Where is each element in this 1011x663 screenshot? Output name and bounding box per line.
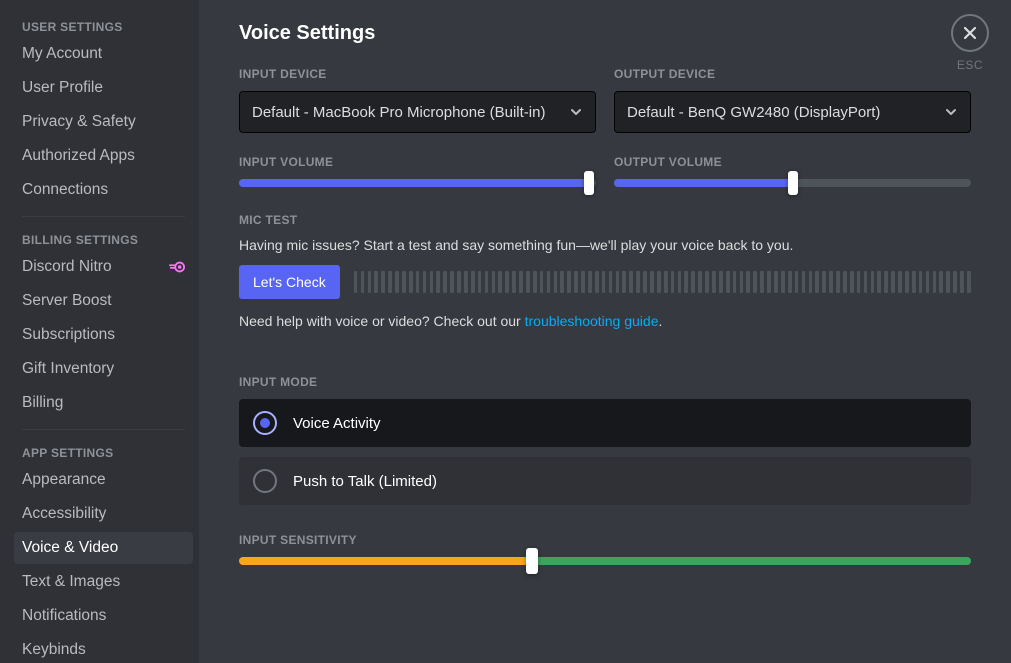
sidebar-item-label: Subscriptions xyxy=(22,326,115,344)
sidebar-item-label: Privacy & Safety xyxy=(22,113,136,131)
slider-thumb[interactable] xyxy=(584,171,594,195)
settings-content: ESC Voice Settings INPUT DEVICE Default … xyxy=(199,0,1011,663)
sidebar-item-subscriptions[interactable]: Subscriptions xyxy=(14,319,193,351)
input-mode-group: Voice Activity Push to Talk (Limited) xyxy=(239,399,971,505)
sidebar-section-header: USER SETTINGS xyxy=(14,14,193,38)
close-button[interactable] xyxy=(951,14,989,52)
input-mode-label: INPUT MODE xyxy=(239,375,971,389)
sidebar-item-keybinds[interactable]: Keybinds xyxy=(14,634,193,663)
sidebar-section-header: APP SETTINGS xyxy=(14,440,193,464)
input-volume-slider[interactable] xyxy=(239,179,596,187)
sidebar-item-label: Accessibility xyxy=(22,505,106,523)
sidebar-item-my-account[interactable]: My Account xyxy=(14,38,193,70)
radio-label: Voice Activity xyxy=(293,415,381,432)
input-mode-option[interactable]: Voice Activity xyxy=(239,399,971,447)
mic-test-description: Having mic issues? Start a test and say … xyxy=(239,237,971,253)
output-volume-slider[interactable] xyxy=(614,179,971,187)
sidebar-item-discord-nitro[interactable]: Discord Nitro xyxy=(14,251,193,283)
troubleshooting-link[interactable]: troubleshooting guide xyxy=(525,313,659,329)
input-sensitivity-label: INPUT SENSITIVITY xyxy=(239,533,971,547)
input-sensitivity-slider[interactable] xyxy=(239,557,971,565)
input-device-select[interactable]: Default - MacBook Pro Microphone (Built-… xyxy=(239,91,596,133)
radio-icon xyxy=(253,469,277,493)
input-mode-option[interactable]: Push to Talk (Limited) xyxy=(239,457,971,505)
sidebar-item-label: Voice & Video xyxy=(22,539,118,557)
sidebar-divider xyxy=(22,429,185,430)
sidebar-item-label: Appearance xyxy=(22,471,106,489)
mic-test-button[interactable]: Let's Check xyxy=(239,265,340,299)
sidebar-item-appearance[interactable]: Appearance xyxy=(14,464,193,496)
sidebar-item-label: Notifications xyxy=(22,607,106,625)
chevron-down-icon xyxy=(569,105,583,119)
input-device-value: Default - MacBook Pro Microphone (Built-… xyxy=(252,104,561,121)
sidebar-item-label: Gift Inventory xyxy=(22,360,114,378)
page-title: Voice Settings xyxy=(239,22,971,45)
input-device-label: INPUT DEVICE xyxy=(239,67,596,81)
sidebar-item-privacy-safety[interactable]: Privacy & Safety xyxy=(14,106,193,138)
help-text: Need help with voice or video? Check out… xyxy=(239,313,971,329)
sidebar-item-label: Connections xyxy=(22,181,108,199)
radio-icon xyxy=(253,411,277,435)
close-column: ESC xyxy=(951,14,989,72)
sidebar-item-label: My Account xyxy=(22,45,102,63)
sidebar-section-header: BILLING SETTINGS xyxy=(14,227,193,251)
nitro-icon xyxy=(169,259,185,275)
sidebar-item-label: Keybinds xyxy=(22,641,86,659)
sidebar-item-label: User Profile xyxy=(22,79,103,97)
output-device-label: OUTPUT DEVICE xyxy=(614,67,971,81)
settings-sidebar: USER SETTINGS My Account User Profile Priva… xyxy=(0,0,199,663)
sidebar-item-label: Discord Nitro xyxy=(22,258,112,276)
sidebar-item-label: Billing xyxy=(22,394,63,412)
sidebar-item-user-profile[interactable]: User Profile xyxy=(14,72,193,104)
input-volume-label: INPUT VOLUME xyxy=(239,155,596,169)
sidebar-item-notifications[interactable]: Notifications xyxy=(14,600,193,632)
mic-test-meter xyxy=(354,271,971,293)
radio-label: Push to Talk (Limited) xyxy=(293,473,437,490)
sidebar-item-accessibility[interactable]: Accessibility xyxy=(14,498,193,530)
sidebar-item-label: Text & Images xyxy=(22,573,120,591)
output-volume-label: OUTPUT VOLUME xyxy=(614,155,971,169)
sidebar-item-gift-inventory[interactable]: Gift Inventory xyxy=(14,353,193,385)
output-device-select[interactable]: Default - BenQ GW2480 (DisplayPort) xyxy=(614,91,971,133)
sidebar-item-voice-video[interactable]: Voice & Video xyxy=(14,532,193,564)
output-device-value: Default - BenQ GW2480 (DisplayPort) xyxy=(627,104,936,121)
sidebar-item-text-images[interactable]: Text & Images xyxy=(14,566,193,598)
close-icon xyxy=(962,25,978,41)
sidebar-item-connections[interactable]: Connections xyxy=(14,174,193,206)
sidebar-item-label: Authorized Apps xyxy=(22,147,135,165)
sidebar-item-label: Server Boost xyxy=(22,292,112,310)
sidebar-divider xyxy=(22,216,185,217)
close-esc-label: ESC xyxy=(951,58,989,72)
chevron-down-icon xyxy=(944,105,958,119)
slider-thumb[interactable] xyxy=(526,548,538,574)
slider-thumb[interactable] xyxy=(788,171,798,195)
sidebar-item-billing[interactable]: Billing xyxy=(14,387,193,419)
sidebar-item-authorized-apps[interactable]: Authorized Apps xyxy=(14,140,193,172)
mic-test-label: MIC TEST xyxy=(239,213,971,227)
sidebar-item-server-boost[interactable]: Server Boost xyxy=(14,285,193,317)
